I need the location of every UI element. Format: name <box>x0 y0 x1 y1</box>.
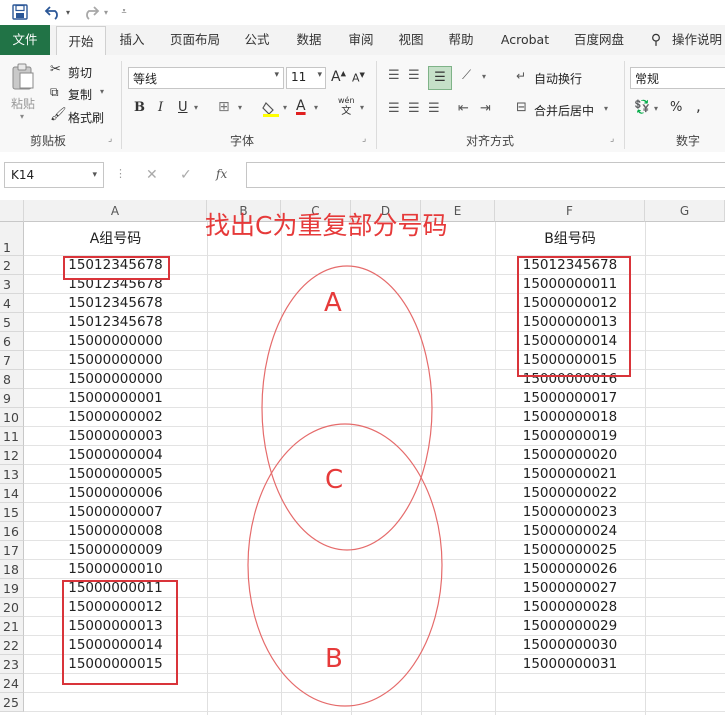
name-box-value: K14 <box>11 168 35 182</box>
format-painter-icon[interactable]: 🖌 <box>50 108 67 121</box>
formula-input[interactable] <box>246 162 725 188</box>
borders-dropdown-icon[interactable]: ▾ <box>238 104 242 112</box>
font-size-value: 11 <box>291 70 307 84</box>
align-right-icon[interactable]: ☰ <box>428 102 440 115</box>
font-launcher-icon[interactable]: ⌟ <box>362 135 366 144</box>
merge-center-button[interactable]: 合并后居中 <box>534 102 594 119</box>
tab-formulas[interactable]: 公式 <box>236 25 278 55</box>
undo-icon[interactable] <box>42 2 64 22</box>
alignment-launcher-icon[interactable]: ⌟ <box>610 135 614 144</box>
clipboard-launcher-icon[interactable]: ⌟ <box>108 135 112 144</box>
align-top-icon[interactable]: ☰ <box>388 69 400 82</box>
paste-button[interactable]: 粘贴 <box>11 95 35 112</box>
tab-help[interactable]: 帮助 <box>440 25 482 55</box>
tab-page-layout[interactable]: 页面布局 <box>164 25 226 55</box>
separator <box>624 61 625 149</box>
circle-a <box>261 265 433 551</box>
lightbulb-icon: ⚲ <box>650 32 662 48</box>
wrap-text-button[interactable]: 自动换行 <box>534 70 582 87</box>
font-size-select[interactable]: 11 ▾ <box>286 67 326 89</box>
clipboard-group-label: 剪贴板 <box>30 134 67 148</box>
worksheet-grid[interactable]: A B C D E F G 1 2 3 4 5 6 7 8 9 10 11 12 13 14 15 16 17 1… <box>0 200 725 715</box>
number-group-label: 数字 <box>676 134 701 148</box>
italic-button[interactable]: I <box>158 101 163 114</box>
annotation-title: 找出C为重复部分号码 <box>205 211 448 240</box>
fill-color-dropdown-icon[interactable]: ▾ <box>283 104 287 112</box>
font-name-value: 等线 <box>133 72 158 86</box>
align-bottom-icon[interactable]: ☰ <box>428 66 452 90</box>
tab-tell-me[interactable]: 操作说明 <box>672 25 725 55</box>
customize-icon[interactable]: ⩡ <box>118 2 130 22</box>
tab-file[interactable]: 文件 <box>0 25 50 55</box>
chevron-down-icon: ▾ <box>92 170 97 180</box>
align-middle-icon[interactable]: ☰ <box>408 69 420 82</box>
number-format-value: 常规 <box>635 72 660 86</box>
phonetic-guide-icon[interactable]: wén 文 <box>338 96 355 117</box>
bold-button[interactable]: B <box>134 101 145 114</box>
comma-button[interactable]: , <box>696 99 701 114</box>
increase-indent-icon[interactable]: ⇥ <box>480 102 491 115</box>
grow-font-icon[interactable]: A▲ <box>331 70 346 84</box>
circle-b-label: B <box>325 644 343 674</box>
overlap-c-label: C <box>325 465 344 495</box>
merge-dropdown-icon[interactable]: ▾ <box>604 105 608 113</box>
cut-icon[interactable]: ✂ <box>50 63 61 76</box>
circle-b <box>247 423 443 707</box>
copy-icon[interactable]: ⧉ <box>50 86 59 98</box>
underline-button[interactable]: U <box>178 101 188 114</box>
chevron-down-icon: ▾ <box>274 70 279 80</box>
tab-data[interactable]: 数据 <box>288 25 330 55</box>
name-box[interactable]: K14 ▾ <box>4 162 104 188</box>
tab-baidu-netdisk[interactable]: 百度网盘 <box>566 25 632 55</box>
tab-home[interactable]: 开始 <box>56 26 106 56</box>
font-name-select[interactable]: 等线 ▾ <box>128 67 284 89</box>
tab-review[interactable]: 审阅 <box>340 25 382 55</box>
merge-center-icon[interactable]: ⊟ <box>516 101 527 114</box>
separator <box>376 61 377 149</box>
redo-icon[interactable] <box>80 2 102 22</box>
insert-function-icon[interactable]: fx <box>216 168 227 180</box>
underline-dropdown-icon[interactable]: ▾ <box>194 104 198 112</box>
save-icon[interactable] <box>10 2 30 22</box>
tab-insert[interactable]: 插入 <box>112 25 152 55</box>
copy-button[interactable]: 复制 <box>68 86 92 103</box>
format-painter-button[interactable]: 格式刷 <box>68 109 104 126</box>
paste-dropdown-icon[interactable]: ▾ <box>20 113 24 121</box>
cancel-icon[interactable]: ✕ <box>146 168 158 182</box>
quick-access-toolbar: ▾ ▾ ⩡ <box>0 0 725 25</box>
alignment-group-label: 对齐方式 <box>466 134 515 148</box>
paste-icon[interactable] <box>10 63 36 94</box>
phonetic-dropdown-icon[interactable]: ▾ <box>360 104 364 112</box>
accounting-format-icon[interactable]: 💱 <box>634 101 650 114</box>
orientation-icon[interactable]: ⟋ <box>462 69 471 82</box>
enter-icon[interactable]: ✓ <box>180 168 192 182</box>
chevron-down-icon: ▾ <box>317 70 322 80</box>
ribbon-tabs: 文件 开始 插入 页面布局 公式 数据 审阅 视图 帮助 Acrobat 百度网… <box>0 25 725 56</box>
tab-acrobat[interactable]: Acrobat <box>494 25 556 55</box>
orientation-dropdown-icon[interactable]: ▾ <box>482 73 486 81</box>
tab-view[interactable]: 视图 <box>390 25 432 55</box>
font-group-label: 字体 <box>230 134 255 148</box>
venn-diagram <box>247 265 443 707</box>
decrease-indent-icon[interactable]: ⇤ <box>458 102 469 115</box>
font-color-icon[interactable]: A <box>296 99 306 113</box>
fill-color-icon[interactable] <box>262 99 280 120</box>
copy-dropdown-icon[interactable]: ▾ <box>100 88 104 96</box>
align-left-icon[interactable]: ☰ <box>388 102 400 115</box>
wrap-text-icon[interactable]: ↵ <box>516 70 526 82</box>
undo-dropdown-icon[interactable]: ▾ <box>64 2 72 22</box>
number-format-select[interactable]: 常规 <box>630 67 725 89</box>
accounting-dropdown-icon[interactable]: ▾ <box>654 105 658 113</box>
separator <box>121 61 122 149</box>
percent-button[interactable]: % <box>670 101 682 114</box>
font-color-dropdown-icon[interactable]: ▾ <box>314 104 318 112</box>
shrink-font-icon[interactable]: A▼ <box>352 72 365 84</box>
cut-button[interactable]: 剪切 <box>68 64 92 81</box>
align-center-icon[interactable]: ☰ <box>408 102 420 115</box>
ribbon: 粘贴 ▾ ✂ 剪切 ⧉ 复制 ▾ 🖌 格式刷 剪贴板 ⌟ 等线 ▾ 11 ▾ A… <box>0 55 725 153</box>
borders-icon[interactable]: ⊞ <box>218 100 230 114</box>
redo-dropdown-icon[interactable]: ▾ <box>102 2 110 22</box>
more-options-icon: ⋮ <box>115 167 126 180</box>
circle-a-label: A <box>324 288 342 318</box>
